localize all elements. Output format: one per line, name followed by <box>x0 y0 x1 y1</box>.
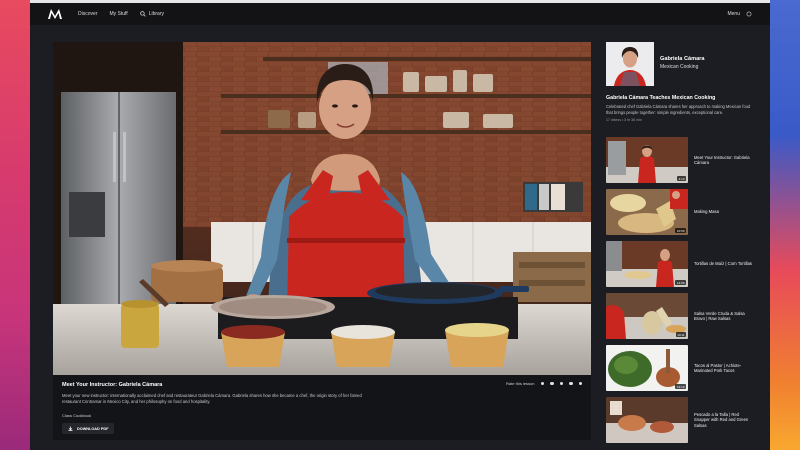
episode-title: Pescado a la Talla | Red Snapper with Re… <box>694 412 749 428</box>
nav-my-stuff-label: My Stuff <box>109 11 128 17</box>
episode-thumbnail[interactable]: 14:59 <box>606 241 688 287</box>
lesson-title: Meet Your Instructor: Gabriela Cámara <box>62 382 163 388</box>
rating-dot-1[interactable] <box>540 381 544 386</box>
episode-thumbnail[interactable] <box>606 397 688 443</box>
nav-discover-label: Discover <box>78 11 98 17</box>
episode-title: Making Masa <box>694 209 719 215</box>
episode-item[interactable]: 13:19 Tacos al Pastor | Achiote-Marinate… <box>606 342 766 394</box>
instructor-subject: Mexican Cooking <box>660 64 699 70</box>
episode-duration: 14:11 <box>675 332 686 337</box>
episode-duration: 10:50 <box>675 228 686 233</box>
nav-library-label: Library <box>148 11 164 17</box>
episode-item[interactable]: 4:13 Meet Your Instructor: Gabriela Cáma… <box>606 134 766 186</box>
episode-title: Meet Your Instructor: Gabriela Cámara <box>694 154 750 165</box>
episode-title: Tacos al Pastor | Achiote-Marinated Pork… <box>694 362 742 373</box>
rating-dot-2[interactable] <box>550 381 554 386</box>
page-content: Meet Your Instructor: Gabriela Cámara Me… <box>30 25 770 450</box>
nav-right: Menu <box>727 11 752 17</box>
search-icon <box>139 11 146 17</box>
episode-duration: 13:19 <box>675 384 686 389</box>
episode-thumbnail[interactable]: 4:13 <box>606 137 688 183</box>
nav-discover[interactable]: Discover <box>78 11 97 17</box>
rating-dot-4[interactable] <box>569 381 573 386</box>
nav-my-stuff[interactable]: My Stuff <box>109 11 127 17</box>
lesson-info: Meet Your Instructor: Gabriela Cámara Me… <box>53 375 591 440</box>
instructor-avatar <box>606 42 654 86</box>
rating-dot-3[interactable] <box>559 381 563 386</box>
course-sidebar: Gabriela Cámara Mexican Cooking Gabriela… <box>606 42 766 443</box>
episode-title: Tortillas de Maíz | Corn Tortillas <box>694 261 753 267</box>
episode-duration: 14:59 <box>675 280 686 285</box>
episode-item[interactable]: 10:50 Making Masa <box>606 186 766 238</box>
episode-duration: 4:13 <box>677 176 686 181</box>
course-title: Gabriela Cámara Teaches Mexican Cooking <box>606 95 716 101</box>
rate-lesson: Rate this lesson <box>506 381 582 386</box>
instructor-header: Gabriela Cámara Mexican Cooking <box>606 42 766 86</box>
class-cookbook-label: Class Cookbook <box>62 413 92 418</box>
course-description: Celebrated chef Gabriela Cámara shares h… <box>606 104 751 115</box>
episode-thumbnail[interactable]: 14:11 <box>606 293 688 339</box>
episode-title: Salsa Verde Cruda & Salsa Bravo | Raw Sa… <box>694 310 745 321</box>
lesson-description: Meet your new instructor: internationall… <box>62 393 362 404</box>
rating-dot-5[interactable] <box>578 381 582 386</box>
desktop-wallpaper-right <box>770 0 800 450</box>
menu-circle-icon[interactable] <box>746 11 752 17</box>
course-meta: 17 videos • 3 hr 36 min <box>606 118 642 122</box>
download-pdf-label: DOWNLOAD PDF <box>77 426 109 431</box>
episode-item[interactable]: 14:59 Tortillas de Maíz | Corn Tortillas <box>606 238 766 290</box>
download-pdf-button[interactable]: DOWNLOAD PDF <box>62 423 115 434</box>
app-window: Discover My Stuff Library Menu Meet Your… <box>30 0 770 450</box>
video-frame <box>53 42 591 375</box>
top-nav: Discover My Stuff Library Menu <box>30 3 770 25</box>
episode-item[interactable]: 14:11 Salsa Verde Cruda & Salsa Bravo | … <box>606 290 766 342</box>
episode-thumbnail[interactable]: 10:50 <box>606 189 688 235</box>
menu-label[interactable]: Menu <box>727 11 740 17</box>
desktop-wallpaper-left <box>0 0 30 450</box>
rate-lesson-label: Rate this lesson <box>506 381 535 386</box>
episode-thumbnail[interactable]: 13:19 <box>606 345 688 391</box>
instructor-name: Gabriela Cámara <box>660 56 705 62</box>
masterclass-logo-icon[interactable] <box>48 9 62 19</box>
episode-item[interactable]: Pescado a la Talla | Red Snapper with Re… <box>606 394 766 446</box>
download-icon <box>68 426 73 431</box>
episode-list: 4:13 Meet Your Instructor: Gabriela Cáma… <box>606 134 766 446</box>
nav-library[interactable]: Library <box>139 11 164 17</box>
video-player[interactable] <box>53 42 591 375</box>
lesson-panel: Meet Your Instructor: Gabriela Cámara Me… <box>53 42 591 440</box>
